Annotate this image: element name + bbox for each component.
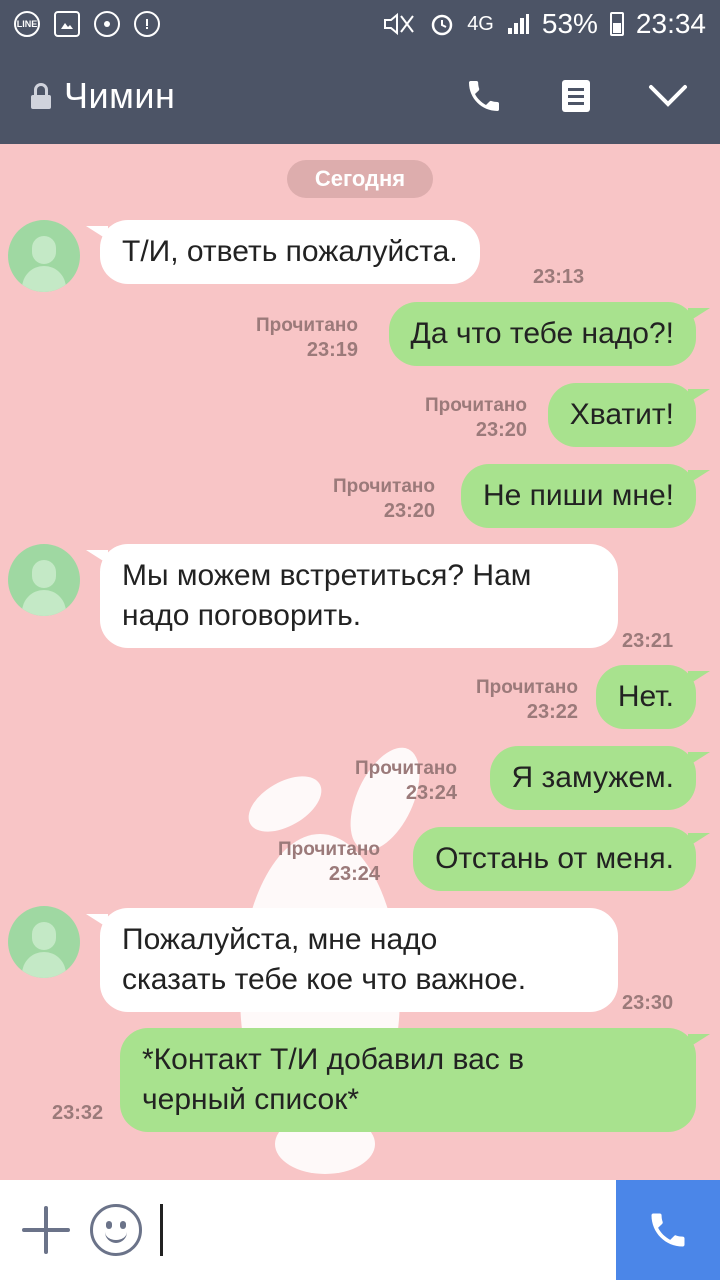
chat-area[interactable]: Сегодня Т/И, ответь пожалуйста. 23:13 Пр… xyxy=(0,144,720,1180)
contact-avatar[interactable] xyxy=(8,544,80,616)
status-bar: LINE 4G 53% 23:34 xyxy=(0,0,720,48)
message-bubble-outgoing[interactable]: *Контакт Т/И добавил вас в черный список… xyxy=(120,1028,710,1132)
message-input[interactable] xyxy=(160,1204,163,1256)
message-time: 23:30 xyxy=(622,992,674,1014)
battery-icon xyxy=(609,12,624,36)
clock: 23:34 xyxy=(635,8,706,39)
read-receipt: Прочитано xyxy=(475,677,578,698)
read-receipt: Прочитано xyxy=(255,315,358,336)
message-meta: Прочитано 23:19 xyxy=(256,314,358,362)
chrome-icon xyxy=(94,11,120,37)
settings-alert-icon xyxy=(134,11,160,37)
message-meta: Прочитано 23:22 xyxy=(476,676,578,724)
message-bubble-outgoing[interactable]: Не пиши мне! xyxy=(460,464,711,528)
contact-name[interactable]: Чимин xyxy=(64,75,175,117)
message-bubble-incoming[interactable]: Пожалуйста, мне надо сказать тебе кое чт… xyxy=(86,908,618,1012)
read-receipt: Прочитано xyxy=(277,839,380,860)
message-time: 23:19 xyxy=(306,339,358,361)
gallery-icon xyxy=(54,11,80,37)
message-bubble-incoming[interactable]: Мы можем встретиться? Нам надо поговорит… xyxy=(86,544,618,648)
contact-avatar[interactable] xyxy=(8,220,80,292)
chevron-down-icon[interactable] xyxy=(646,74,690,118)
message-time: 23:24 xyxy=(328,863,380,885)
call-button[interactable] xyxy=(616,1180,720,1280)
mute-icon xyxy=(384,12,414,36)
message-bubble-incoming[interactable]: Т/И, ответь пожалуйста. xyxy=(86,220,480,284)
read-receipt: Прочитано xyxy=(354,758,457,779)
date-separator: Сегодня xyxy=(287,160,433,198)
call-icon xyxy=(651,1213,685,1247)
message-input-bar xyxy=(0,1180,720,1280)
alarm-icon xyxy=(431,14,453,36)
message-time: 23:32 xyxy=(52,1102,104,1124)
contact-avatar[interactable] xyxy=(8,906,80,978)
message-bubble-outgoing[interactable]: Отстань от меня. xyxy=(413,827,710,891)
message-time: 23:24 xyxy=(405,782,457,804)
header-actions xyxy=(462,74,690,118)
battery-percent: 53% xyxy=(541,8,598,39)
notes-icon[interactable] xyxy=(554,74,598,118)
message-bubble-outgoing[interactable]: Да что тебе надо?! xyxy=(388,302,711,366)
line-app-icon: LINE xyxy=(14,11,40,37)
read-receipt: Прочитано xyxy=(332,476,435,497)
message-meta: Прочитано 23:20 xyxy=(333,475,435,523)
emoji-icon[interactable] xyxy=(90,1204,142,1256)
message-meta: Прочитано 23:20 xyxy=(425,394,527,442)
message-meta: Прочитано 23:24 xyxy=(355,757,457,805)
message-time: 23:22 xyxy=(526,701,578,723)
message-time: 23:20 xyxy=(475,419,527,441)
plus-icon[interactable] xyxy=(22,1206,70,1254)
message-time: 23:13 xyxy=(533,266,585,288)
network-type: 4G xyxy=(467,12,494,35)
status-bar-notifications: LINE xyxy=(14,11,160,37)
message-bubble-outgoing[interactable]: Нет. xyxy=(595,665,711,729)
message-time: 23:21 xyxy=(622,630,674,652)
chat-header: Чимин xyxy=(0,48,720,144)
status-bar-system: 4G 53% 23:34 xyxy=(383,8,706,40)
message-time: 23:20 xyxy=(383,500,435,522)
message-bubble-outgoing[interactable]: Я замужем. xyxy=(489,746,711,810)
read-receipt: Прочитано xyxy=(424,395,527,416)
phone-icon[interactable] xyxy=(462,74,506,118)
message-meta: Прочитано 23:24 xyxy=(278,838,380,886)
signal-icon xyxy=(507,14,529,34)
lock-icon xyxy=(30,83,52,109)
message-bubble-outgoing[interactable]: Хватит! xyxy=(547,383,711,447)
